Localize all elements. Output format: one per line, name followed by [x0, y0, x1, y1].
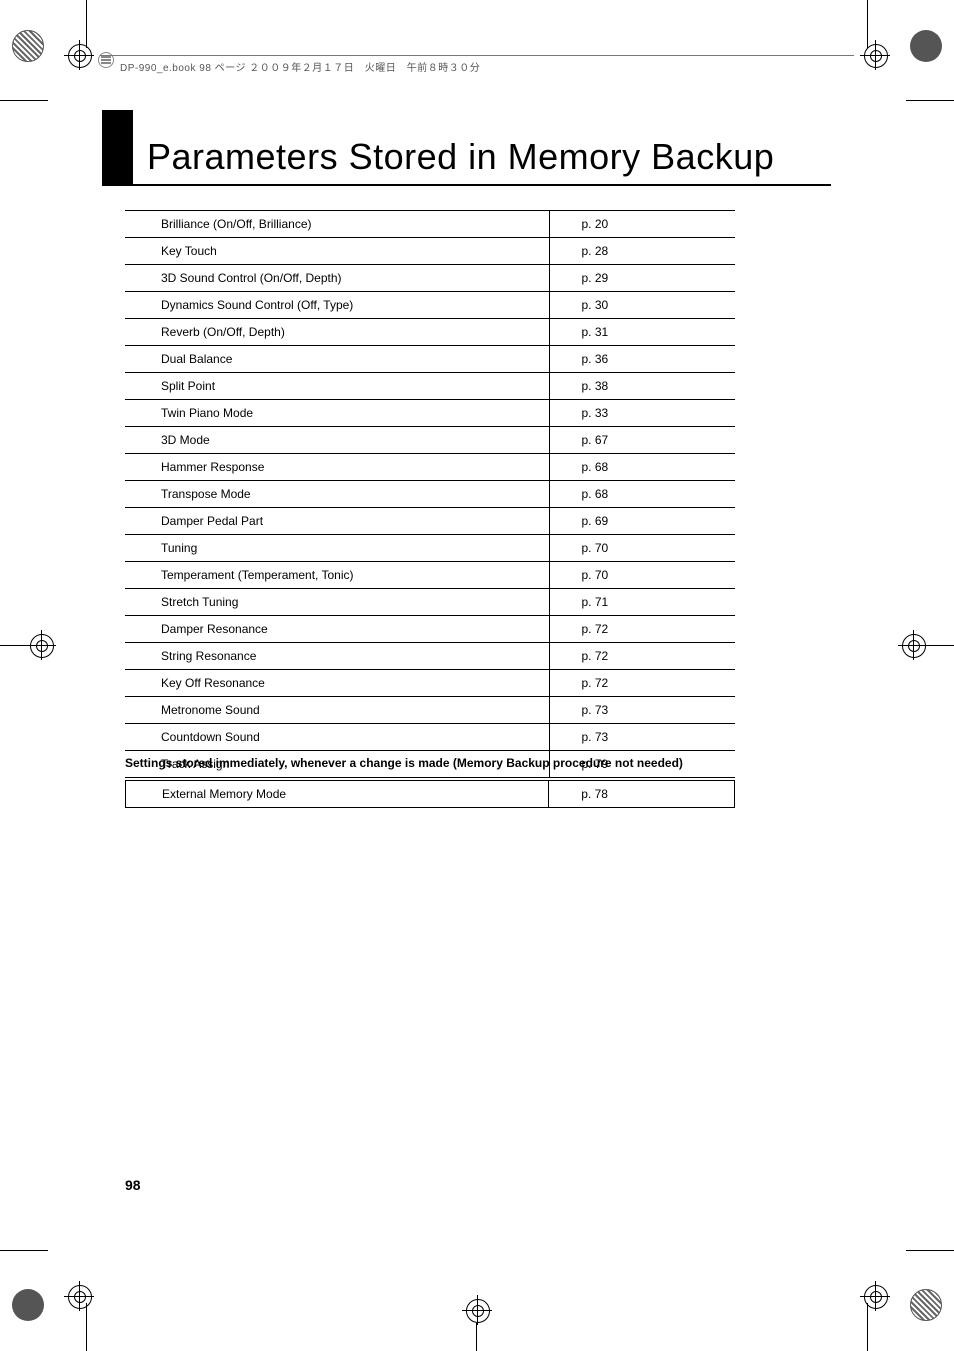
printer-mark-dot: [910, 1289, 942, 1321]
title-marker: [102, 110, 133, 184]
immediate-settings-table: External Memory Modep. 78: [125, 780, 735, 808]
page-reference: p. 31: [549, 319, 735, 346]
page-reference: p. 36: [549, 346, 735, 373]
parameter-name: Dynamics Sound Control (Off, Type): [125, 292, 549, 319]
table-row: External Memory Modep. 78: [126, 781, 735, 808]
table-row: Tuningp. 70: [125, 535, 735, 562]
header-metadata: DP-990_e.book 98 ページ ２００９年２月１７日 火曜日 午前８時…: [120, 59, 480, 74]
crop-mark: [867, 1303, 868, 1351]
table-row: Hammer Responsep. 68: [125, 454, 735, 481]
parameter-name: String Resonance: [125, 643, 549, 670]
parameter-name: Brilliance (On/Off, Brilliance): [125, 211, 549, 238]
crop-mark: [0, 100, 48, 101]
table-row: Dynamics Sound Control (Off, Type)p. 30: [125, 292, 735, 319]
page-reference: p. 72: [549, 616, 735, 643]
page-reference: p. 29: [549, 265, 735, 292]
printer-mark-dot: [12, 30, 44, 62]
page-reference: p. 70: [549, 562, 735, 589]
crop-mark: [0, 1250, 48, 1251]
table-row: Stretch Tuningp. 71: [125, 589, 735, 616]
parameter-name: Key Off Resonance: [125, 670, 549, 697]
crop-mark: [867, 0, 868, 48]
parameter-name: Stretch Tuning: [125, 589, 549, 616]
page-reference: p. 28: [549, 238, 735, 265]
printer-mark-dot: [910, 30, 942, 62]
crop-mark: [86, 0, 87, 48]
parameter-name: Metronome Sound: [125, 697, 549, 724]
parameter-name: Twin Piano Mode: [125, 400, 549, 427]
page-reference: p. 73: [549, 697, 735, 724]
parameter-name: Hammer Response: [125, 454, 549, 481]
page-reference: p. 72: [549, 643, 735, 670]
parameter-name: Tuning: [125, 535, 549, 562]
parameter-name: Temperament (Temperament, Tonic): [125, 562, 549, 589]
parameter-name: Reverb (On/Off, Depth): [125, 319, 549, 346]
page-reference: p. 33: [549, 400, 735, 427]
table-row: Transpose Modep. 68: [125, 481, 735, 508]
parameter-name: Dual Balance: [125, 346, 549, 373]
table-row: Dual Balancep. 36: [125, 346, 735, 373]
table-row: Twin Piano Modep. 33: [125, 400, 735, 427]
table-row: Damper Pedal Partp. 69: [125, 508, 735, 535]
page-reference: p. 70: [549, 535, 735, 562]
header-divider: [100, 55, 854, 56]
table-row: Key Off Resonancep. 72: [125, 670, 735, 697]
parameter-name: Countdown Sound: [125, 724, 549, 751]
registration-mark-icon: [466, 1299, 488, 1321]
parameter-name: 3D Mode: [125, 427, 549, 454]
registration-mark-icon: [902, 634, 924, 656]
parameter-name: Damper Resonance: [125, 616, 549, 643]
printer-mark-dot: [12, 1289, 44, 1321]
table-row: Key Touchp. 28: [125, 238, 735, 265]
table-row: Countdown Soundp. 73: [125, 724, 735, 751]
table-row: Temperament (Temperament, Tonic)p. 70: [125, 562, 735, 589]
table-row: 3D Modep. 67: [125, 427, 735, 454]
page-reference: p. 72: [549, 670, 735, 697]
crop-mark: [476, 1323, 477, 1351]
page-reference: p. 78: [549, 781, 735, 808]
parameter-name: Transpose Mode: [125, 481, 549, 508]
table-row: 3D Sound Control (On/Off, Depth)p. 29: [125, 265, 735, 292]
page-reference: p. 67: [549, 427, 735, 454]
table-row: Damper Resonancep. 72: [125, 616, 735, 643]
page-reference: p. 68: [549, 481, 735, 508]
crop-mark: [0, 645, 28, 646]
parameter-name: Split Point: [125, 373, 549, 400]
parameter-name: 3D Sound Control (On/Off, Depth): [125, 265, 549, 292]
section-subheading: Settings stored immediately, whenever a …: [125, 756, 683, 770]
page-reference: p. 38: [549, 373, 735, 400]
crop-mark: [926, 645, 954, 646]
page-reference: p. 71: [549, 589, 735, 616]
page-number: 98: [125, 1177, 141, 1193]
parameter-name: Damper Pedal Part: [125, 508, 549, 535]
table-row: Brilliance (On/Off, Brilliance)p. 20: [125, 211, 735, 238]
parameter-name: External Memory Mode: [126, 781, 549, 808]
page-title: Parameters Stored in Memory Backup: [147, 136, 774, 184]
table-row: Split Pointp. 38: [125, 373, 735, 400]
page-reference: p. 73: [549, 724, 735, 751]
page-reference: p. 68: [549, 454, 735, 481]
parameter-name: Key Touch: [125, 238, 549, 265]
title-block: Parameters Stored in Memory Backup: [102, 110, 831, 186]
parameters-table: Brilliance (On/Off, Brilliance)p. 20Key …: [125, 210, 735, 778]
table-row: String Resonancep. 72: [125, 643, 735, 670]
page-reference: p. 30: [549, 292, 735, 319]
page-reference: p. 69: [549, 508, 735, 535]
table-row: Reverb (On/Off, Depth)p. 31: [125, 319, 735, 346]
crop-mark: [906, 1250, 954, 1251]
registration-mark-icon: [30, 634, 52, 656]
crop-mark: [906, 100, 954, 101]
page-reference: p. 20: [549, 211, 735, 238]
table-row: Metronome Soundp. 73: [125, 697, 735, 724]
crop-mark: [86, 1303, 87, 1351]
